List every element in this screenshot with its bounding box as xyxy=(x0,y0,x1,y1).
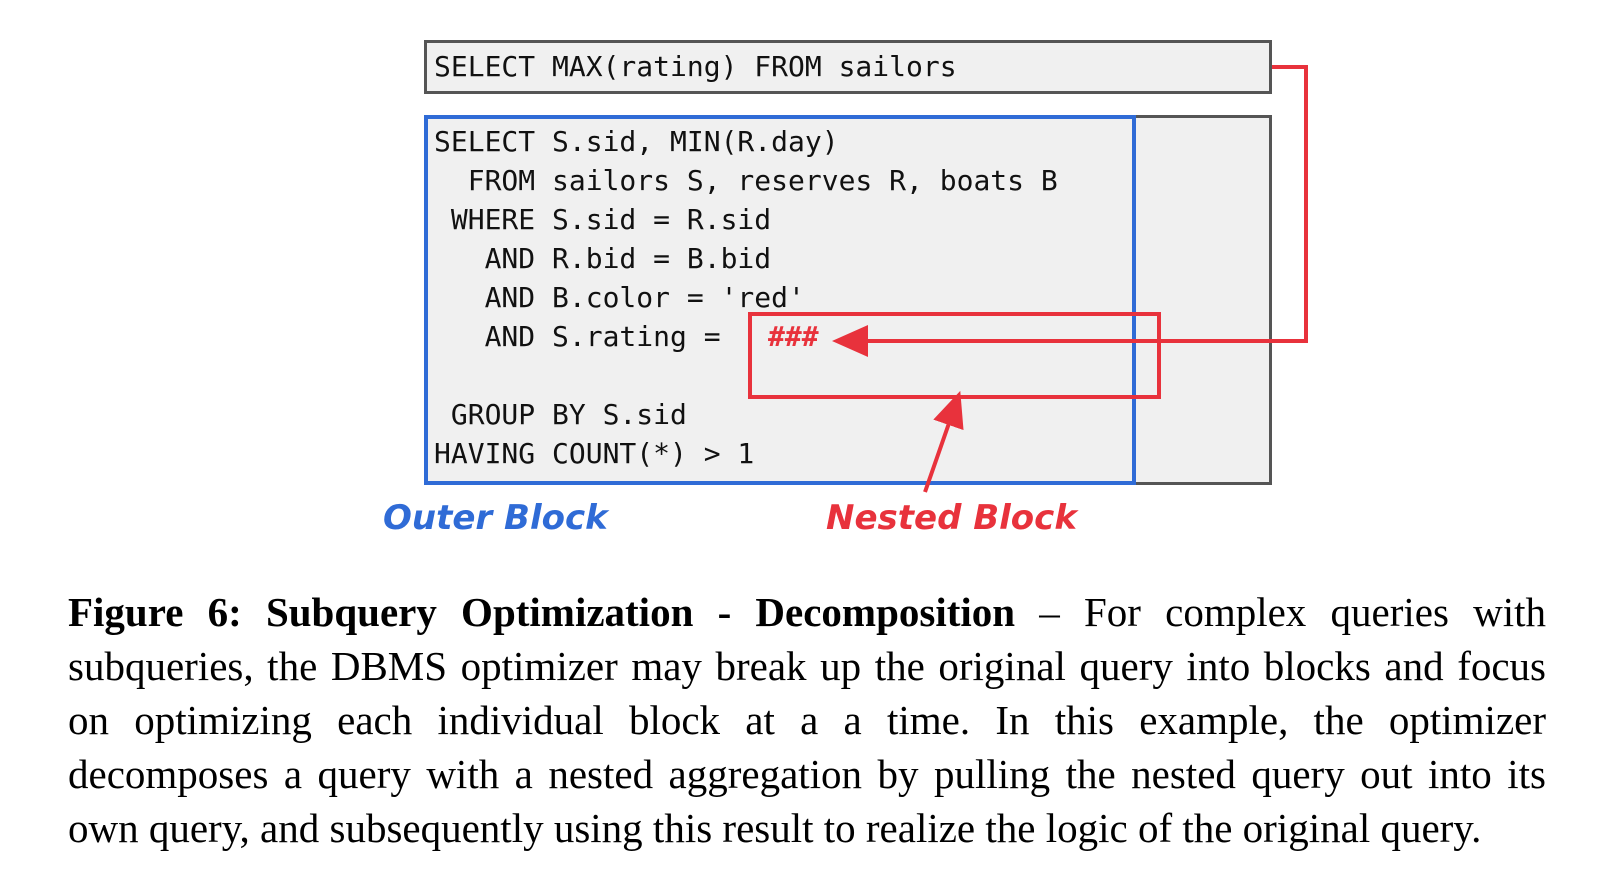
nested-block-label: Nested Block xyxy=(826,498,1077,538)
outer-block-label: Outer Block xyxy=(383,498,608,538)
nested-label-pointer xyxy=(923,390,964,493)
subquery-result-arrow xyxy=(832,65,1308,357)
figure-title: Figure 6: Subquery Optimization - Decomp… xyxy=(68,589,1016,635)
figure-caption: Figure 6: Subquery Optimization - Decomp… xyxy=(68,585,1546,855)
